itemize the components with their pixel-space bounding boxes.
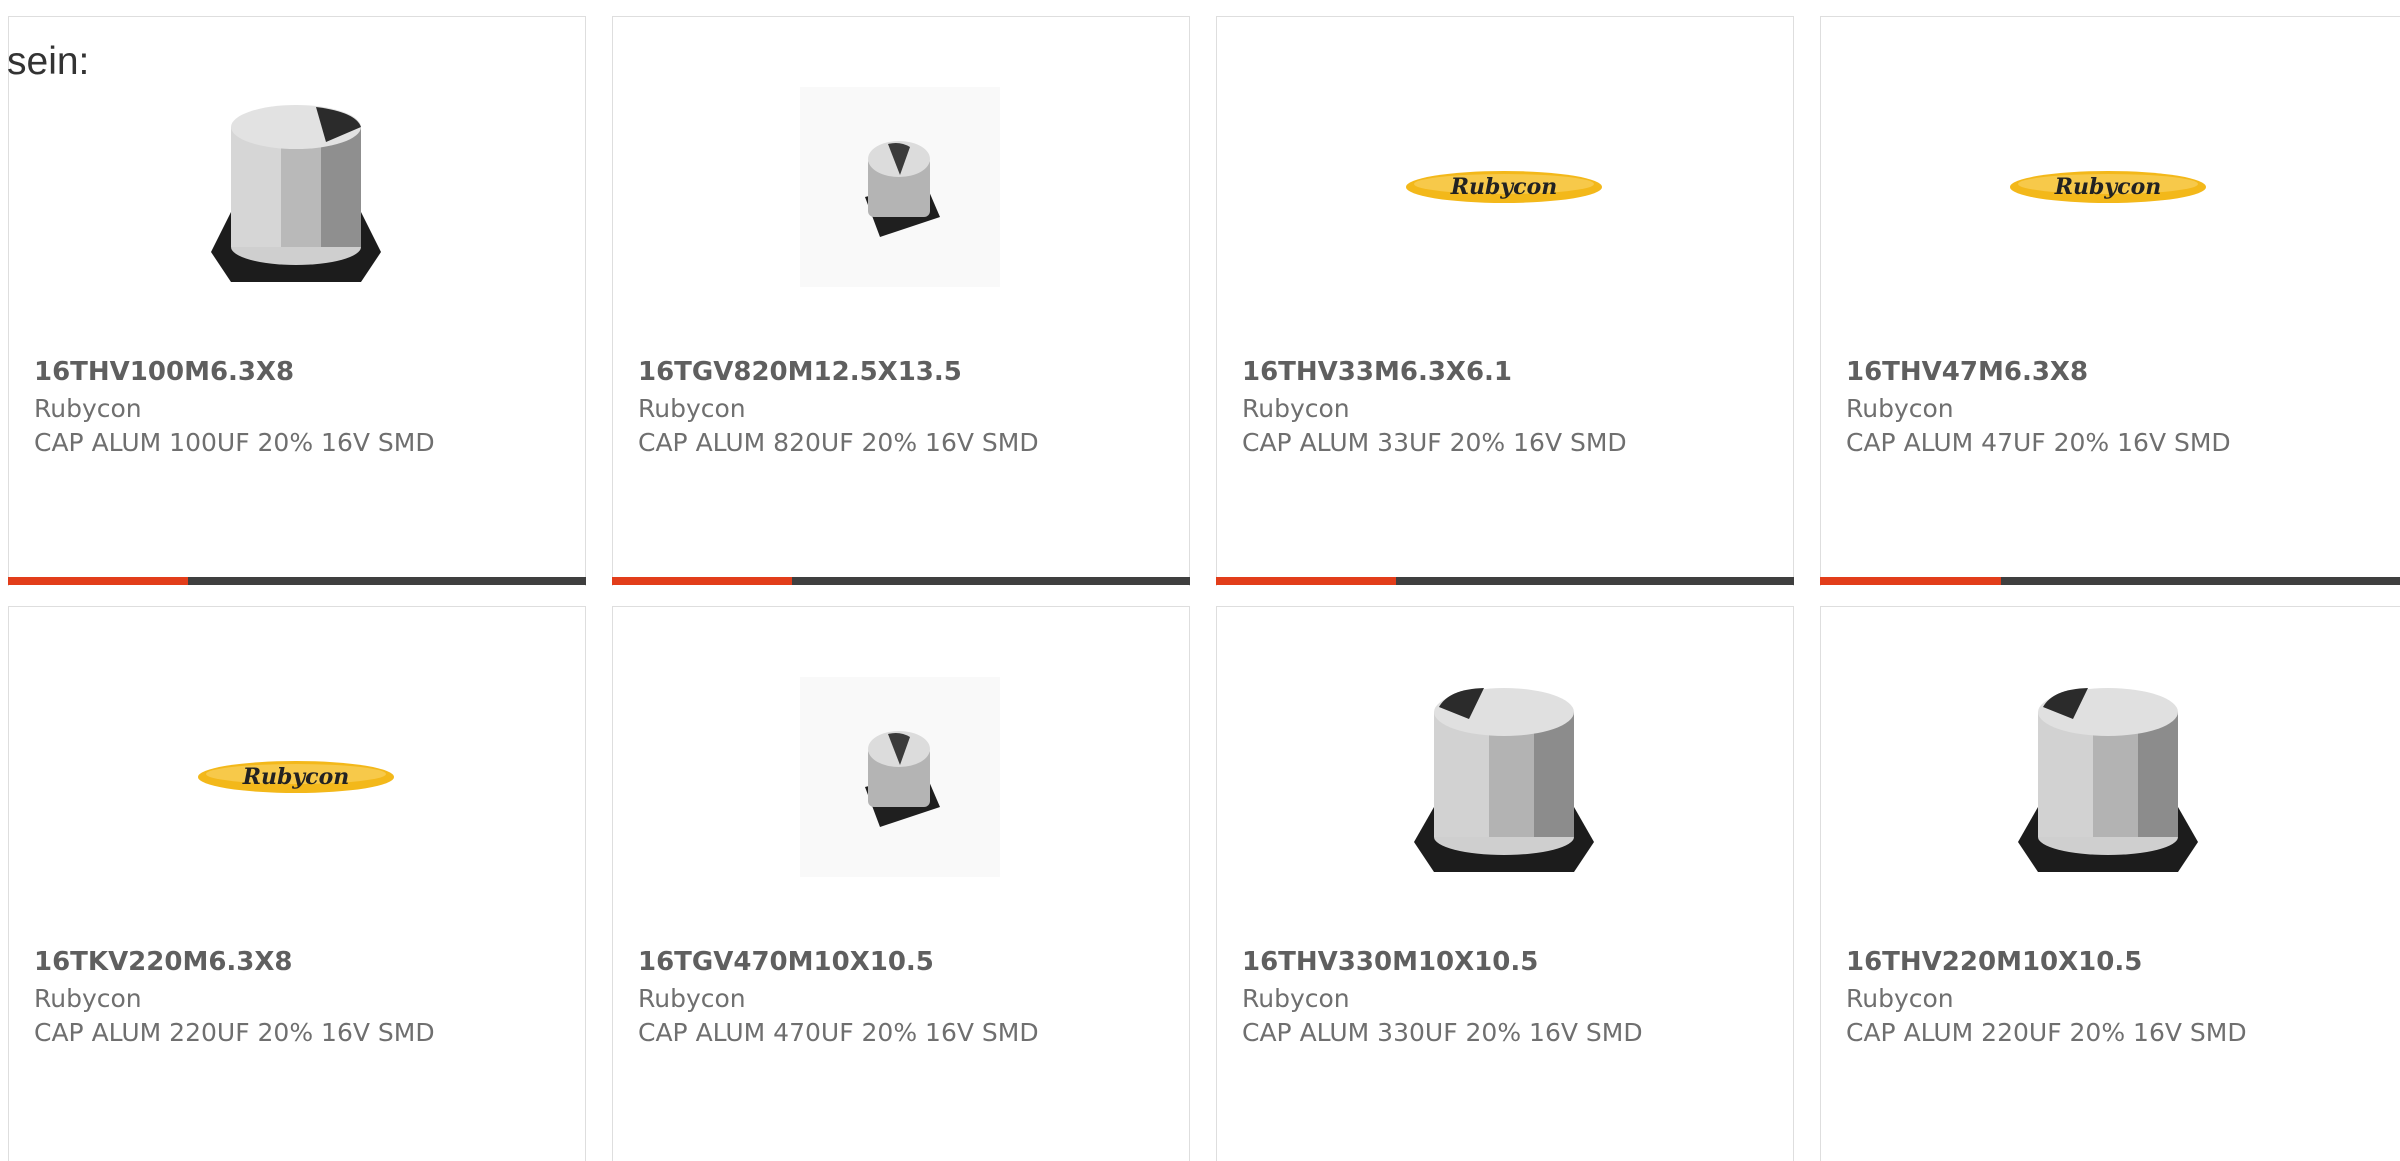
description: CAP ALUM 33UF 20% 16V SMD (1242, 428, 1627, 457)
product-card[interactable]: Rubycon 16TKV220M6.3X8 Rubycon CAP ALUM … (8, 606, 586, 1161)
product-card[interactable]: Rubycon 16THV47M6.3X8 Rubycon CAP ALUM 4… (1820, 16, 2400, 586)
description: CAP ALUM 470UF 20% 16V SMD (638, 1018, 1039, 1047)
svg-text:Rubycon: Rubycon (242, 764, 350, 790)
description: CAP ALUM 100UF 20% 16V SMD (34, 428, 435, 457)
svg-text:Rubycon: Rubycon (1450, 174, 1558, 200)
part-number[interactable]: 16TGV470M10X10.5 (638, 947, 934, 977)
product-card[interactable]: 16TGV820M12.5X13.5 Rubycon CAP ALUM 820U… (612, 16, 1190, 586)
description: CAP ALUM 47UF 20% 16V SMD (1846, 428, 2231, 457)
capacitor-small-icon[interactable] (800, 87, 1000, 287)
manufacturer: Rubycon (638, 984, 746, 1013)
product-card[interactable]: 16THV100M6.3X8 Rubycon CAP ALUM 100UF 20… (8, 16, 586, 586)
svg-text:Rubycon: Rubycon (2054, 174, 2162, 200)
part-number[interactable]: 16TGV820M12.5X13.5 (638, 357, 962, 387)
card-bar (1820, 577, 2400, 585)
card-bar (612, 577, 1190, 585)
rubycon-logo[interactable]: Rubycon (196, 677, 396, 877)
manufacturer: Rubycon (1846, 394, 1954, 423)
product-card[interactable]: 16THV330M10X10.5 Rubycon CAP ALUM 330UF … (1216, 606, 1794, 1161)
card-bar-accent (8, 577, 189, 585)
manufacturer: Rubycon (1242, 394, 1350, 423)
manufacturer: Rubycon (638, 394, 746, 423)
product-card[interactable]: 16THV220M10X10.5 Rubycon CAP ALUM 220UF … (1820, 606, 2400, 1161)
rubycon-logo[interactable]: Rubycon (1404, 87, 1604, 287)
card-bar (1216, 577, 1794, 585)
capacitor-large-icon[interactable] (2008, 677, 2208, 877)
product-card[interactable]: 16TGV470M10X10.5 Rubycon CAP ALUM 470UF … (612, 606, 1190, 1161)
rubycon-logo[interactable]: Rubycon (2008, 87, 2208, 287)
card-bar-accent (1216, 577, 1397, 585)
part-number[interactable]: 16TKV220M6.3X8 (34, 947, 293, 977)
part-number[interactable]: 16THV47M6.3X8 (1846, 357, 2088, 387)
capacitor-small-icon[interactable] (800, 677, 1000, 877)
part-number[interactable]: 16THV100M6.3X8 (34, 357, 294, 387)
capacitor-large-icon[interactable] (196, 87, 396, 287)
manufacturer: Rubycon (1846, 984, 1954, 1013)
manufacturer: Rubycon (34, 984, 142, 1013)
card-bar (8, 577, 586, 585)
description: CAP ALUM 220UF 20% 16V SMD (1846, 1018, 2247, 1047)
description: CAP ALUM 220UF 20% 16V SMD (34, 1018, 435, 1047)
description: CAP ALUM 330UF 20% 16V SMD (1242, 1018, 1643, 1047)
part-number[interactable]: 16THV330M10X10.5 (1242, 947, 1538, 977)
part-number[interactable]: 16THV220M10X10.5 (1846, 947, 2142, 977)
intro-text: sein: (7, 40, 90, 83)
manufacturer: Rubycon (34, 394, 142, 423)
card-bar-accent (612, 577, 793, 585)
part-number[interactable]: 16THV33M6.3X6.1 (1242, 357, 1512, 387)
description: CAP ALUM 820UF 20% 16V SMD (638, 428, 1039, 457)
capacitor-large-icon[interactable] (1404, 677, 1604, 877)
product-card[interactable]: Rubycon 16THV33M6.3X6.1 Rubycon CAP ALUM… (1216, 16, 1794, 586)
manufacturer: Rubycon (1242, 984, 1350, 1013)
card-bar-accent (1820, 577, 2002, 585)
